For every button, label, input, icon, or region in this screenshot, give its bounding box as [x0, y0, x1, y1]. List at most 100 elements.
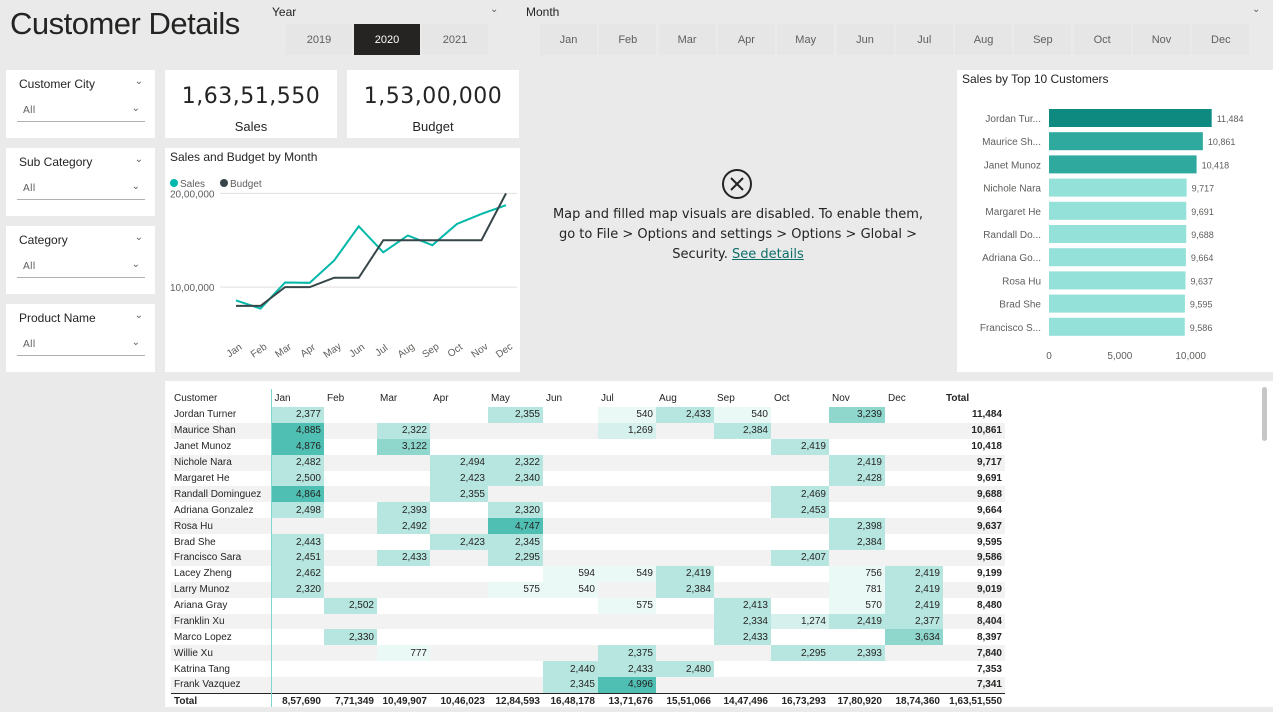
matrix-cell[interactable]: [598, 550, 656, 566]
matrix-cell[interactable]: [488, 486, 543, 503]
matrix-cell[interactable]: [714, 439, 771, 455]
matrix-cell[interactable]: [598, 502, 656, 518]
product-name-dropdown[interactable]: All ⌄: [17, 334, 145, 356]
matrix-cell[interactable]: [771, 518, 829, 535]
bar[interactable]: [1049, 225, 1187, 243]
matrix-cell[interactable]: [488, 566, 543, 582]
table-row[interactable]: Randall Dominguez 4,864 2,355 2,469 9,688: [171, 486, 1005, 503]
matrix-cell[interactable]: [771, 454, 829, 471]
matrix-cell[interactable]: [377, 486, 430, 503]
matrix-cell[interactable]: [656, 439, 714, 455]
matrix-cell[interactable]: 2,407: [771, 550, 829, 566]
matrix-cell[interactable]: [543, 471, 598, 487]
matrix-cell[interactable]: 540: [714, 407, 771, 423]
matrix-cell[interactable]: 570: [829, 597, 885, 614]
matrix-cell[interactable]: [656, 502, 714, 518]
matrix-cell[interactable]: [430, 439, 488, 455]
matrix-cell[interactable]: [270, 613, 324, 630]
matrix-cell[interactable]: [488, 439, 543, 455]
matrix-cell[interactable]: [885, 502, 943, 518]
matrix-cell[interactable]: [324, 518, 377, 535]
matrix-cell[interactable]: 4,876: [270, 438, 324, 455]
matrix-cell[interactable]: [324, 439, 377, 455]
chevron-down-icon[interactable]: ⌄: [135, 154, 143, 165]
matrix-cell[interactable]: [430, 518, 488, 535]
matrix-cell[interactable]: [656, 454, 714, 471]
matrix-cell[interactable]: [771, 422, 829, 439]
matrix-cell[interactable]: [377, 534, 430, 550]
year-button-2021[interactable]: 2021: [422, 24, 488, 55]
table-row[interactable]: Janet Munoz 4,876 3,122 2,419 10,418: [171, 438, 1005, 455]
matrix-cell[interactable]: [829, 502, 885, 518]
matrix-cell[interactable]: 2,345: [543, 677, 598, 694]
month-button-oct[interactable]: Oct: [1073, 24, 1131, 55]
matrix-cell[interactable]: 2,295: [771, 645, 829, 662]
bar[interactable]: [1049, 178, 1187, 197]
matrix-cell[interactable]: 2,433: [377, 550, 430, 566]
table-row[interactable]: Francisco Sara 2,451 2,433 2,295 2,407 9,586: [171, 550, 1005, 566]
matrix-cell[interactable]: [598, 486, 656, 503]
matrix-cell[interactable]: [543, 598, 598, 614]
matrix-cell[interactable]: 2,433: [656, 407, 714, 423]
matrix-cell[interactable]: [377, 629, 430, 645]
matrix-cell[interactable]: 2,375: [598, 645, 656, 662]
matrix-cell[interactable]: 594: [543, 565, 598, 582]
matrix-cell[interactable]: [714, 677, 771, 694]
table-row[interactable]: Frank Vazquez 2,345 4,996 7,341: [171, 677, 1005, 694]
table-row[interactable]: Margaret He 2,500 2,423 2,340 2,428 9,691: [171, 470, 1005, 487]
matrix-cell[interactable]: 2,295: [488, 550, 543, 566]
matrix-cell[interactable]: [324, 581, 377, 598]
matrix-header-jul[interactable]: Jul: [598, 389, 656, 407]
matrix-cell[interactable]: [270, 677, 324, 694]
matrix-cell[interactable]: [430, 581, 488, 598]
matrix-cell[interactable]: [656, 471, 714, 487]
matrix-cell[interactable]: [829, 439, 885, 455]
matrix-cell[interactable]: [771, 407, 829, 423]
table-row[interactable]: Maurice Shan 4,885 2,322 1,269 2,384 10,861: [171, 422, 1005, 439]
month-button-mar[interactable]: Mar: [658, 24, 716, 55]
matrix-cell[interactable]: 2,419: [656, 565, 714, 582]
matrix-cell[interactable]: [543, 502, 598, 518]
matrix-cell[interactable]: 2,377: [270, 407, 324, 423]
matrix-cell[interactable]: [270, 629, 324, 646]
matrix-cell[interactable]: [324, 407, 377, 423]
matrix-cell[interactable]: 2,413: [714, 597, 771, 614]
matrix-cell[interactable]: [598, 629, 656, 645]
customer-matrix[interactable]: Customer Jan Feb Mar Apr May Jun Jul Aug Sep Oct No…: [165, 381, 1273, 707]
matrix-cell[interactable]: [656, 518, 714, 535]
matrix-cell[interactable]: 3,634: [885, 629, 943, 646]
matrix-cell[interactable]: [656, 486, 714, 503]
matrix-cell[interactable]: [598, 534, 656, 550]
bar[interactable]: [1049, 294, 1185, 313]
matrix-cell[interactable]: [771, 677, 829, 694]
matrix-cell[interactable]: [488, 613, 543, 630]
matrix-cell[interactable]: [543, 439, 598, 455]
matrix-cell[interactable]: [771, 629, 829, 645]
matrix-cell[interactable]: [488, 422, 543, 439]
matrix-cell[interactable]: [771, 598, 829, 614]
matrix-cell[interactable]: [543, 486, 598, 503]
matrix-header-aug[interactable]: Aug: [656, 389, 714, 407]
matrix-cell[interactable]: [771, 661, 829, 677]
bar[interactable]: [1049, 201, 1187, 220]
matrix-cell[interactable]: [324, 422, 377, 439]
matrix-cell[interactable]: [324, 471, 377, 487]
matrix-cell[interactable]: 2,502: [324, 597, 377, 614]
matrix-cell[interactable]: [656, 550, 714, 566]
matrix-cell[interactable]: [377, 407, 430, 423]
matrix-cell[interactable]: [598, 454, 656, 471]
month-button-feb[interactable]: Feb: [599, 24, 657, 55]
matrix-cell[interactable]: [377, 677, 430, 694]
matrix-cell[interactable]: 540: [543, 581, 598, 598]
matrix-cell[interactable]: [430, 550, 488, 566]
matrix-cell[interactable]: [885, 661, 943, 677]
matrix-cell[interactable]: [829, 422, 885, 439]
chevron-down-icon[interactable]: ⌄: [135, 310, 143, 321]
matrix-cell[interactable]: [488, 661, 543, 677]
matrix-cell[interactable]: 2,334: [714, 613, 771, 630]
chevron-down-icon[interactable]: ⌄: [1252, 4, 1260, 15]
see-details-link[interactable]: See details: [732, 247, 804, 262]
matrix-cell[interactable]: [543, 645, 598, 662]
matrix-cell[interactable]: 2,423: [430, 470, 488, 487]
month-button-dec[interactable]: Dec: [1192, 24, 1250, 55]
